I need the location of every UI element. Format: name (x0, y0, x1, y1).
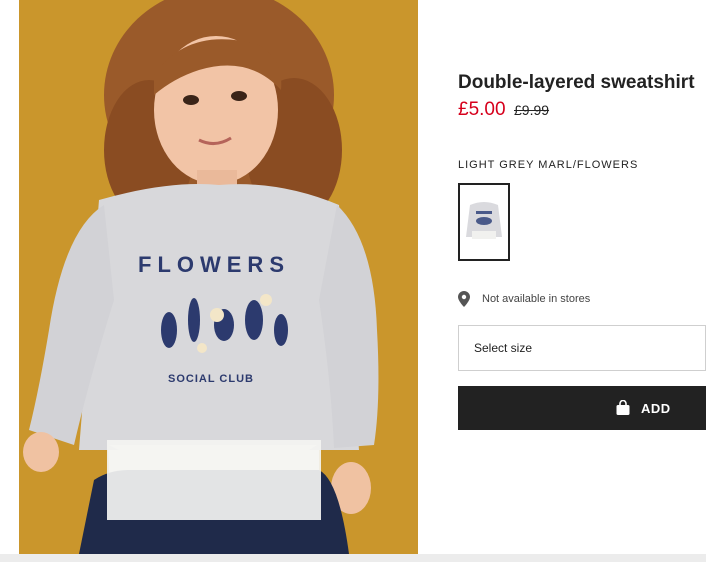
product-title: Double-layered sweatshirt (458, 72, 695, 93)
sweatshirt-thumbnail-icon (460, 185, 508, 259)
page-bottom-divider (0, 554, 706, 562)
add-to-bag-button[interactable]: ADD (458, 386, 706, 430)
shopping-bag-icon (616, 400, 630, 415)
product-page: FLOWERS SOCIAL CLUB Double-layered sweat… (0, 0, 706, 562)
availability-text: Not available in stores (482, 293, 591, 305)
original-price: £9.99 (514, 102, 550, 118)
print-social-club-text: SOCIAL CLUB (168, 373, 254, 385)
add-button-label: ADD (641, 401, 671, 416)
price-block: £5.00 £9.99 (458, 99, 549, 121)
size-select[interactable]: Select size (458, 325, 706, 371)
product-image[interactable]: FLOWERS SOCIAL CLUB (19, 0, 418, 554)
size-select-placeholder: Select size (474, 341, 533, 355)
sale-price: £5.00 (458, 99, 506, 120)
location-pin-icon (458, 291, 470, 307)
product-photo-illustration: FLOWERS SOCIAL CLUB (19, 0, 418, 554)
print-flowers-text: FLOWERS (138, 252, 290, 277)
colour-name: LIGHT GREY MARL/FLOWERS (458, 159, 639, 171)
store-availability: Not available in stores (458, 291, 590, 307)
colour-swatch-light-grey-flowers[interactable] (458, 183, 510, 261)
